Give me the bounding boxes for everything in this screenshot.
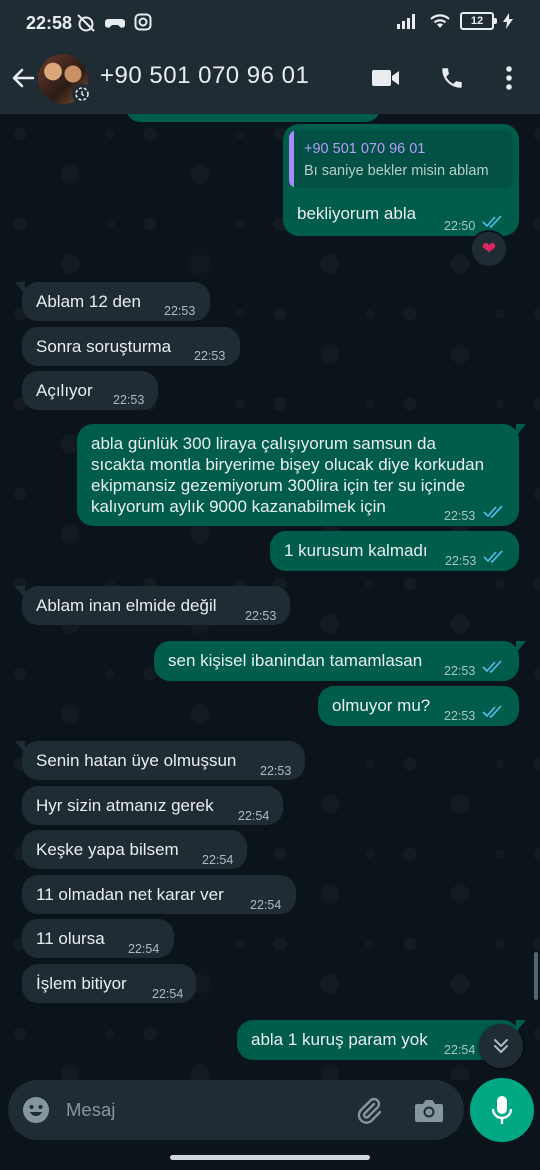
voice-call-icon[interactable] <box>439 65 465 91</box>
signal-icon <box>397 14 415 29</box>
read-receipt-icon <box>482 705 502 719</box>
message-time: 22:53 <box>444 664 476 678</box>
message-time: 22:54 <box>444 1043 476 1057</box>
message-text: sen kişisel ibanindan tamamlasan <box>168 651 423 670</box>
status-icons <box>76 13 152 33</box>
double-chevron-down-icon <box>494 1039 508 1053</box>
charging-icon <box>503 13 513 29</box>
status-right: 12 <box>396 12 514 30</box>
message-time: 22:54 <box>128 942 160 956</box>
message-time: 22:53 <box>444 509 476 523</box>
message-text: Ablam inan elmide değil <box>36 596 217 615</box>
message-text: Sonra soruşturma <box>36 337 172 356</box>
message-text: 1 kurusum kalmadı <box>284 541 428 560</box>
battery-indicator: 12 <box>460 12 497 30</box>
message-bubble-incoming[interactable]: Keşke yapa bilsem 22:54 <box>22 830 247 869</box>
scrollbar-thumb[interactable] <box>534 952 538 1000</box>
microphone-icon <box>491 1096 513 1124</box>
status-time: 22:58 <box>26 13 73 33</box>
message-text: Açılıyor <box>36 381 93 400</box>
message-bubble-incoming[interactable]: 11 olmadan net karar ver 22:54 <box>22 875 296 914</box>
message-time: 22:53 <box>164 304 196 318</box>
message-input[interactable]: Mesaj <box>66 1099 115 1121</box>
message-time: 22:54 <box>250 898 282 912</box>
instagram-icon <box>134 13 152 31</box>
contact-name[interactable]: +90 501 070 96 01 <box>100 62 309 90</box>
message-line: sıcakta montla biryerime bişey olucak di… <box>91 455 485 474</box>
message-bubble-incoming[interactable]: Sonra soruşturma 22:53 <box>22 327 240 366</box>
message-bubble-incoming[interactable]: Ablam 12 den 22:53 <box>15 282 210 321</box>
message-time: 22:53 <box>194 349 226 363</box>
camera-icon[interactable] <box>414 1096 444 1124</box>
heart-reaction-icon[interactable]: ❤ <box>470 230 508 268</box>
home-indicator[interactable] <box>170 1155 370 1160</box>
attach-icon[interactable] <box>354 1095 384 1125</box>
message-time: 22:53 <box>445 554 477 568</box>
message-bubble-outgoing[interactable]: +90 501 070 96 01 Bı saniye bekler misin… <box>283 124 519 236</box>
message-bubble-outgoing[interactable]: abla 1 kuruş param yok 22:54 <box>237 1020 526 1060</box>
chat-area[interactable]: +90 501 070 96 01 Bı saniye bekler misin… <box>0 114 540 1080</box>
video-call-icon[interactable] <box>372 68 400 88</box>
message-input-bar: Mesaj <box>8 1080 464 1140</box>
scroll-to-bottom-button[interactable] <box>479 1024 523 1068</box>
message-text: Keşke yapa bilsem <box>36 840 179 859</box>
message-time: 22:54 <box>152 987 184 1001</box>
status-bar: 22:58 12 <box>0 0 540 48</box>
message-bubble-incoming[interactable]: Ablam inan elmide değil 22:53 <box>15 586 290 625</box>
message-bubble-partial <box>126 114 380 122</box>
message-bubble-outgoing[interactable]: 1 kurusum kalmadı 22:53 <box>270 531 519 571</box>
reply-quote[interactable]: +90 501 070 96 01 Bı saniye bekler misin… <box>289 130 513 188</box>
message-bubble-incoming[interactable]: Hyr sizin atmanız gerek 22:54 <box>22 786 283 825</box>
message-time: 22:53 <box>245 609 277 623</box>
message-bubble-outgoing[interactable]: abla günlük 300 liraya çalışıyorum samsu… <box>77 424 526 526</box>
read-receipt-icon <box>483 550 503 564</box>
message-time: 22:53 <box>113 393 145 407</box>
message-line: ekipmansiz gezemiyorum 300lira için ter … <box>91 476 466 495</box>
emoji-icon[interactable] <box>22 1096 50 1124</box>
message-text: abla 1 kuruş param yok <box>251 1030 428 1049</box>
message-time: 22:53 <box>444 709 476 723</box>
message-line: kalıyorum aylık 9000 kazanabilmek için <box>91 497 386 516</box>
message-bubble-incoming[interactable]: Açılıyor 22:53 <box>22 371 158 410</box>
message-bubble-incoming[interactable]: 11 olursa 22:54 <box>22 919 174 958</box>
chat-header: +90 501 070 96 01 <box>0 48 540 114</box>
message-time: 22:54 <box>202 853 234 867</box>
message-text: 11 olmadan net karar ver <box>36 885 224 904</box>
message-bubble-incoming[interactable]: Senin hatan üye olmuşsun 22:53 <box>15 741 305 780</box>
wifi-icon <box>430 14 450 28</box>
message-text: Hyr sizin atmanız gerek <box>36 796 214 815</box>
game-icon <box>105 19 125 28</box>
quote-bar <box>289 130 294 188</box>
message-text: bekliyorum abla <box>297 204 417 223</box>
message-text: Senin hatan üye olmuşsun <box>36 751 237 770</box>
message-time: 22:53 <box>260 764 292 778</box>
message-time: 22:50 <box>444 219 476 233</box>
more-options-icon[interactable] <box>505 65 513 91</box>
message-line: abla günlük 300 liraya çalışıyorum samsu… <box>91 434 436 453</box>
message-bubble-outgoing[interactable]: olmuyor mu? 22:53 <box>318 686 519 726</box>
message-bubble-outgoing[interactable]: sen kişisel ibanindan tamamlasan 22:53 <box>154 641 526 681</box>
message-text: olmuyor mu? <box>332 696 431 715</box>
back-arrow-icon[interactable] <box>10 65 36 91</box>
quote-text: Bı saniye bekler misin ablam <box>304 163 489 179</box>
read-receipt-icon <box>482 660 502 674</box>
message-text: Ablam 12 den <box>36 292 141 311</box>
message-text: İşlem bitiyor <box>36 974 127 993</box>
message-time: 22:54 <box>238 809 270 823</box>
read-receipt-icon <box>483 505 503 519</box>
message-text: 11 olursa <box>36 929 105 948</box>
read-receipt-icon <box>482 215 502 229</box>
voice-message-button[interactable] <box>470 1078 534 1142</box>
message-bubble-incoming[interactable]: İşlem bitiyor 22:54 <box>22 964 196 1003</box>
quote-sender: +90 501 070 96 01 <box>304 141 426 157</box>
alarm-off-icon <box>77 14 95 32</box>
status-ring-icon <box>72 84 92 104</box>
